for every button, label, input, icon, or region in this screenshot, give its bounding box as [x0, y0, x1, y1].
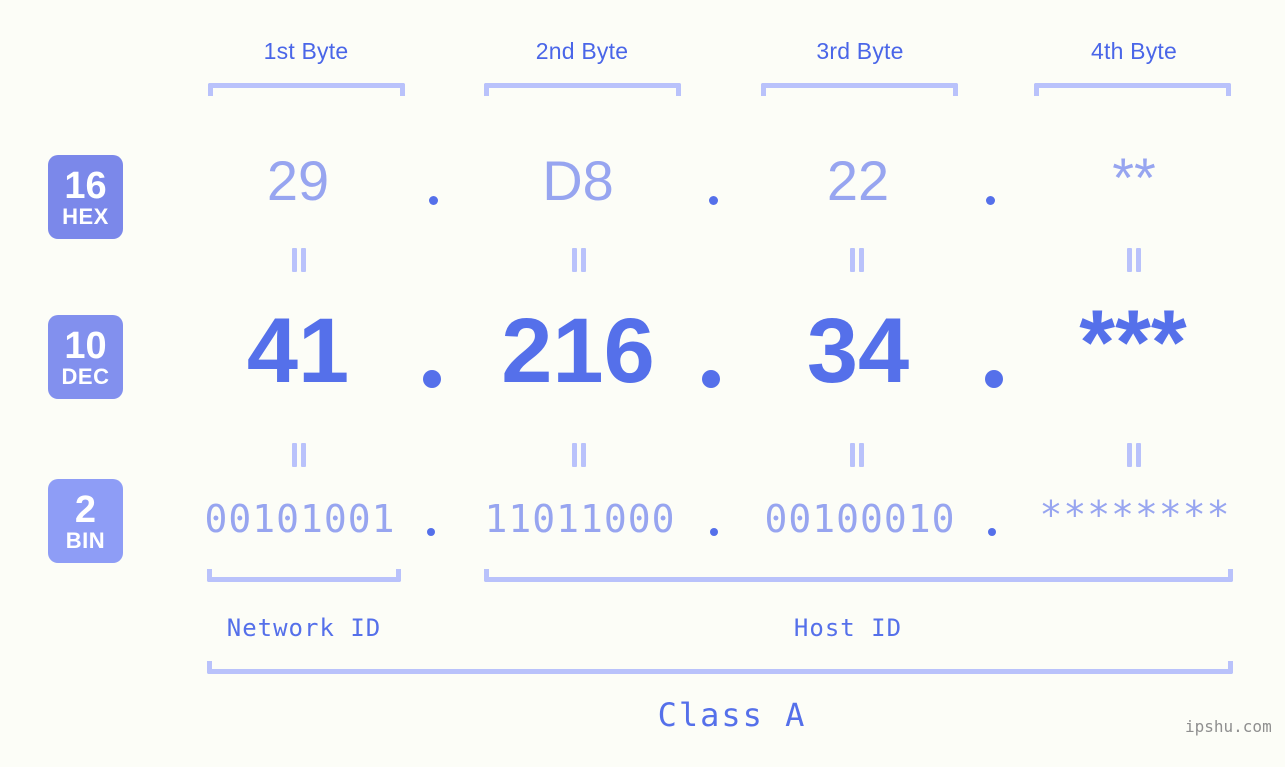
byte-bracket-4: [1034, 83, 1231, 96]
ip-breakdown-diagram: 1st Byte 2nd Byte 3rd Byte 4th Byte 16 H…: [0, 0, 1285, 767]
base-badge-dec-label: DEC: [61, 363, 110, 389]
dec-byte-2-value: 216: [501, 300, 655, 402]
bin-byte-3: 00100010: [760, 500, 960, 538]
hex-separator-3: [986, 196, 995, 205]
base-badge-hex: 16 HEX: [48, 155, 123, 239]
bin-separator-3: [988, 528, 996, 536]
base-badge-bin-number: 2: [74, 488, 97, 531]
bin-byte-4: ********: [1035, 496, 1235, 534]
class-label: Class A: [632, 696, 832, 734]
class-label-text: Class A: [657, 696, 807, 734]
base-badge-bin-label: BIN: [65, 527, 106, 553]
byte-header-3-label: 3rd Byte: [816, 38, 904, 64]
watermark: ipshu.com: [1185, 717, 1272, 736]
bin-separator-2: [710, 528, 718, 536]
byte-header-1-label: 1st Byte: [263, 38, 349, 64]
bin-byte-2-value: 11011000: [484, 497, 676, 541]
dec-byte-4: ***: [1033, 297, 1233, 389]
host-id-label: Host ID: [748, 614, 948, 642]
bin-byte-1-value: 00101001: [204, 497, 396, 541]
byte-header-3: 3rd Byte: [762, 38, 958, 65]
host-id-label-text: Host ID: [793, 614, 903, 642]
dec-byte-4-value: ***: [1079, 292, 1187, 394]
equals-mark-hex-dec-4: [1124, 248, 1144, 272]
watermark-text: ipshu.com: [1185, 717, 1272, 736]
equals-mark-hex-dec-2: [569, 248, 589, 272]
byte-bracket-1: [208, 83, 405, 96]
base-badge-dec: 10 DEC: [48, 315, 123, 399]
equals-mark-hex-dec-3: [847, 248, 867, 272]
hex-byte-4: **: [1036, 150, 1232, 206]
equals-mark-dec-bin-4: [1124, 443, 1144, 467]
dec-separator-3: [985, 370, 1003, 388]
dec-byte-2: 216: [478, 305, 678, 397]
bin-byte-2: 11011000: [480, 500, 680, 538]
dec-separator-1: [423, 370, 441, 388]
hex-separator-1: [429, 196, 438, 205]
byte-header-4: 4th Byte: [1036, 38, 1232, 65]
hex-byte-1-value: 29: [266, 149, 330, 212]
bin-separator-1: [427, 528, 435, 536]
dec-separator-2: [702, 370, 720, 388]
dec-byte-1: 41: [198, 305, 398, 397]
base-badge-hex-number: 16: [64, 164, 107, 207]
hex-byte-3: 22: [760, 153, 956, 209]
network-id-bracket: [207, 569, 401, 582]
host-id-bracket: [484, 569, 1233, 582]
equals-mark-dec-bin-3: [847, 443, 867, 467]
base-badge-bin: 2 BIN: [48, 479, 123, 563]
network-id-label-text: Network ID: [226, 614, 382, 642]
dec-byte-3: 34: [758, 305, 958, 397]
hex-byte-3-value: 22: [826, 149, 890, 212]
bin-byte-1: 00101001: [200, 500, 400, 538]
hex-byte-4-value: **: [1112, 146, 1156, 209]
hex-byte-2-value: D8: [542, 149, 614, 212]
base-badge-hex-label: HEX: [62, 203, 109, 229]
byte-header-4-label: 4th Byte: [1091, 38, 1177, 64]
hex-byte-1: 29: [200, 153, 396, 209]
byte-bracket-2: [484, 83, 681, 96]
equals-mark-dec-bin-1: [289, 443, 309, 467]
equals-mark-hex-dec-1: [289, 248, 309, 272]
class-bracket: [207, 661, 1233, 674]
hex-separator-2: [709, 196, 718, 205]
bin-byte-3-value: 00100010: [764, 497, 956, 541]
hex-byte-2: D8: [480, 153, 676, 209]
dec-byte-3-value: 34: [806, 300, 910, 402]
equals-mark-dec-bin-2: [569, 443, 589, 467]
byte-header-2-label: 2nd Byte: [535, 38, 629, 64]
byte-header-2: 2nd Byte: [484, 38, 680, 65]
byte-bracket-3: [761, 83, 958, 96]
bin-byte-4-value: ********: [1039, 493, 1231, 537]
base-badge-dec-number: 10: [64, 324, 107, 367]
byte-header-1: 1st Byte: [208, 38, 404, 65]
network-id-label: Network ID: [204, 614, 404, 642]
dec-byte-1-value: 41: [246, 300, 350, 402]
